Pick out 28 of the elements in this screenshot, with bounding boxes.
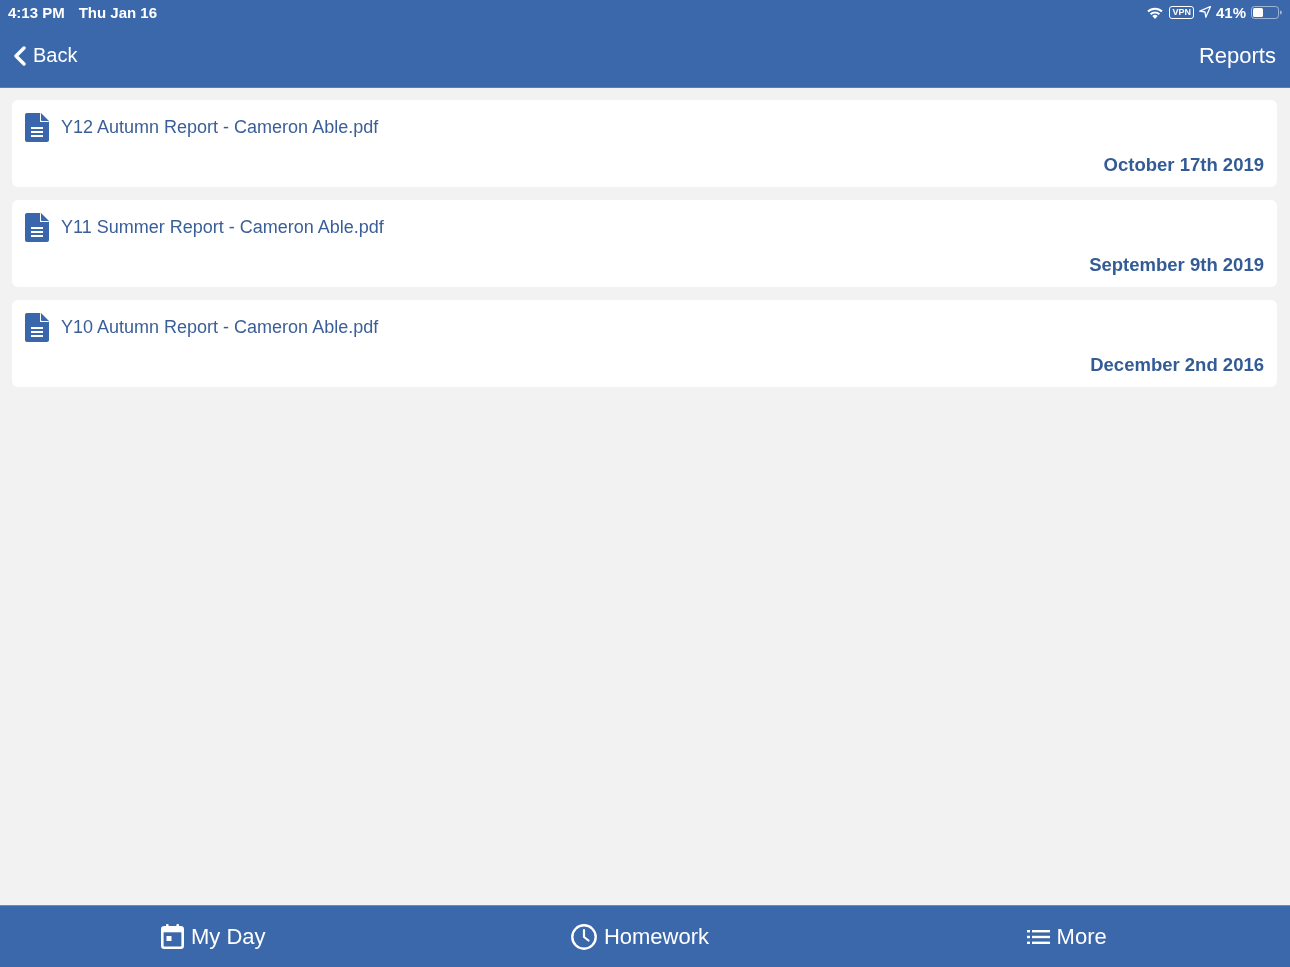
report-card[interactable]: Y12 Autumn Report - Cameron Able.pdf October 17th 2019: [12, 100, 1277, 187]
list-icon: [1026, 928, 1050, 945]
report-card[interactable]: Y11 Summer Report - Cameron Able.pdf September 9th 2019: [12, 200, 1277, 287]
status-time: 4:13 PM: [8, 3, 65, 21]
document-icon: [25, 213, 49, 242]
clock-icon: [570, 923, 597, 950]
tab-button[interactable]: Homework: [568, 919, 712, 954]
calendar-icon: [161, 924, 185, 949]
report-date: September 9th 2019: [1089, 254, 1264, 276]
wifi-icon: [1146, 5, 1165, 19]
document-icon: [25, 313, 49, 342]
file-name: Y10 Autumn Report - Cameron Able.pdf: [61, 317, 379, 338]
status-date: Thu Jan 16: [78, 3, 158, 21]
report-date: October 17th 2019: [1103, 154, 1264, 176]
battery-percent: 41%: [1215, 3, 1246, 21]
report-card[interactable]: Y10 Autumn Report - Cameron Able.pdf December 2nd 2016: [12, 300, 1277, 387]
tab-button[interactable]: My Day: [159, 919, 268, 954]
vpn-indicator: VPN: [1169, 5, 1194, 19]
page-title: Reports: [1198, 42, 1276, 69]
document-icon: [25, 113, 49, 142]
back-button[interactable]: Back: [13, 42, 78, 69]
tab-button[interactable]: More: [1024, 919, 1109, 954]
file-name: Y12 Autumn Report - Cameron Able.pdf: [61, 117, 379, 138]
battery-icon: [1251, 5, 1282, 19]
report-date: December 2nd 2016: [1090, 354, 1264, 376]
location-arrow-icon: [1198, 6, 1211, 18]
file-name: Y11 Summer Report - Cameron Able.pdf: [61, 217, 384, 238]
chevron-left-icon: [13, 45, 27, 66]
